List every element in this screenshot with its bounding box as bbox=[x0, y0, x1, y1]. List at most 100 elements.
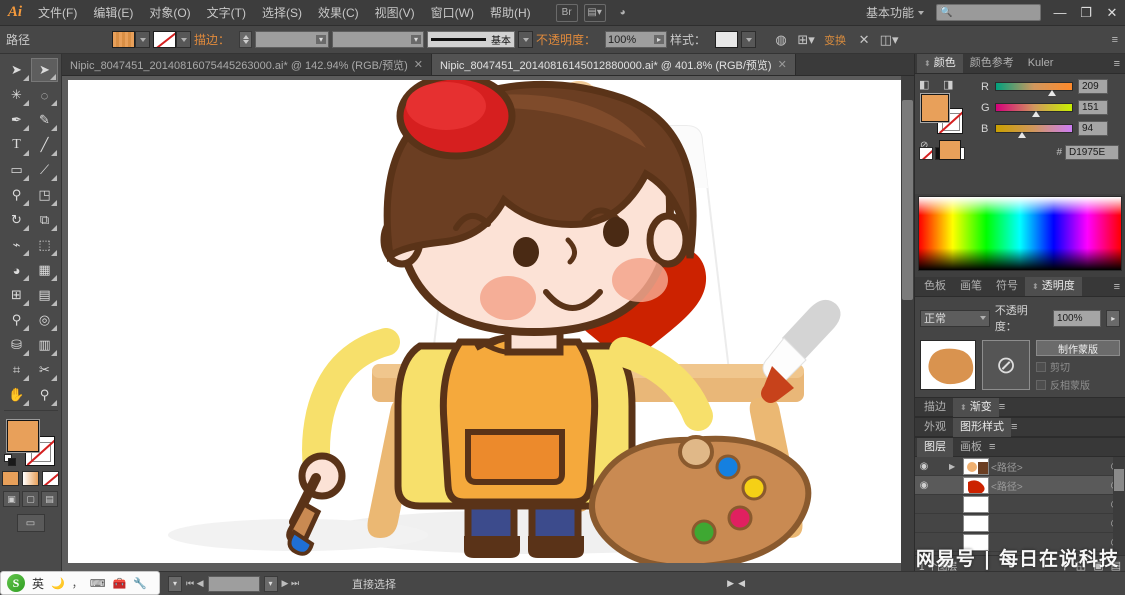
tab-transparency[interactable]: ⬍ 透明度 bbox=[1025, 277, 1082, 296]
moon-icon[interactable]: 🌙 bbox=[51, 577, 65, 590]
close-icon[interactable]: ✕ bbox=[778, 58, 787, 71]
stroke-gradient-menu-icon[interactable]: ≡ bbox=[999, 401, 1010, 413]
perspective-grid-tool[interactable]: ▦ bbox=[31, 258, 58, 282]
transparency-object-thumbnail[interactable] bbox=[920, 340, 976, 390]
keyboard-icon[interactable]: ⌨ bbox=[90, 577, 106, 590]
current-color-swatch[interactable] bbox=[939, 140, 961, 160]
menu-object[interactable]: 对象(O) bbox=[141, 0, 198, 26]
menu-help[interactable]: 帮助(H) bbox=[482, 0, 539, 26]
close-icon[interactable]: ✕ bbox=[414, 58, 423, 71]
tab-swatches[interactable]: 色板 bbox=[917, 277, 953, 296]
paintbrush-tool[interactable]: ⟋ bbox=[31, 158, 58, 182]
close-button[interactable]: ✕ bbox=[1099, 3, 1125, 23]
canvas-vertical-scroll-thumb[interactable] bbox=[902, 100, 913, 300]
table-row[interactable]: ◎ bbox=[915, 495, 1125, 514]
toolbar-fill-swatch[interactable] bbox=[5, 419, 40, 453]
tab-appearance[interactable]: 外观 bbox=[917, 418, 953, 437]
blend-mode-dropdown[interactable]: 正常 bbox=[920, 309, 990, 327]
table-row[interactable]: ◎ bbox=[915, 514, 1125, 533]
bridge-icon[interactable]: Br bbox=[555, 3, 578, 22]
tab-gradient[interactable]: ⬍ 渐变 bbox=[953, 397, 999, 417]
artboard-dropdown-icon[interactable]: ▾ bbox=[263, 575, 278, 592]
style-swatch[interactable] bbox=[715, 31, 739, 48]
transform-label[interactable]: 变换 bbox=[820, 30, 850, 50]
color-fill-swatch[interactable] bbox=[920, 93, 950, 123]
slider-value-r[interactable]: 209 bbox=[1078, 79, 1108, 94]
hex-input[interactable]: D1975E bbox=[1065, 145, 1119, 160]
tab-layers[interactable]: 图层 bbox=[917, 437, 953, 457]
width-tool[interactable]: ⌁ bbox=[3, 233, 30, 257]
none-button[interactable] bbox=[42, 471, 59, 486]
slider-track-g[interactable] bbox=[995, 103, 1073, 117]
direct-selection-tool[interactable]: ➤ bbox=[31, 58, 58, 82]
visibility-icon[interactable]: ◉ bbox=[915, 461, 933, 472]
transparency-opacity-input[interactable]: 100% bbox=[1052, 309, 1102, 327]
default-fill-stroke-icon[interactable] bbox=[3, 454, 17, 467]
menu-type[interactable]: 文字(T) bbox=[199, 0, 254, 26]
eraser-tool[interactable]: ◳ bbox=[31, 183, 58, 207]
artboard-nav-last[interactable]: ▶ ⏭ bbox=[282, 578, 300, 589]
status-prev-icon[interactable]: ◀ bbox=[738, 578, 745, 589]
symbol-sprayer-tool[interactable]: ⛁ bbox=[3, 333, 30, 357]
menu-view[interactable]: 视图(V) bbox=[367, 0, 423, 26]
selection-tool[interactable]: ➤ bbox=[3, 58, 30, 82]
change-screen-mode-icon[interactable]: ▭ bbox=[16, 514, 45, 532]
invert-mask-checkbox[interactable] bbox=[1036, 379, 1046, 390]
toolbox-icon[interactable]: 🧰 bbox=[113, 577, 127, 590]
visibility-icon[interactable]: ◉ bbox=[915, 480, 933, 491]
slider-value-b[interactable]: 94 bbox=[1078, 121, 1108, 136]
invert-mask-checkbox-row[interactable]: 反相蒙版 bbox=[1036, 377, 1120, 392]
slider-value-g[interactable]: 151 bbox=[1078, 100, 1108, 115]
rotate-tool[interactable]: ↻ bbox=[3, 208, 30, 232]
minimize-button[interactable]: — bbox=[1047, 3, 1073, 23]
artwork-cartoon-boy-painting[interactable] bbox=[68, 80, 902, 563]
tab-color-guide[interactable]: 颜色参考 bbox=[963, 54, 1021, 73]
artboard-tool[interactable]: ⌗ bbox=[3, 358, 30, 382]
chevron-right-icon[interactable]: ▶ bbox=[949, 462, 961, 471]
slider-track-b[interactable] bbox=[995, 124, 1073, 138]
fill-swatch[interactable] bbox=[112, 31, 136, 48]
tab-color[interactable]: ⬍ 颜色 bbox=[917, 54, 963, 73]
workspace-switcher[interactable]: 基本功能 bbox=[860, 4, 930, 21]
line-segment-tool[interactable]: ╱ bbox=[31, 133, 58, 157]
scale-tool[interactable]: ⧉ bbox=[31, 208, 58, 232]
gradient-tool[interactable]: ▤ bbox=[31, 283, 58, 307]
slice-tool[interactable]: ✂ bbox=[31, 358, 58, 382]
opacity-field[interactable]: 100% ▸ bbox=[605, 31, 668, 48]
transparency-mask-thumbnail[interactable]: ⊘ bbox=[982, 340, 1030, 390]
draw-normal-icon[interactable]: ▣ bbox=[3, 491, 20, 507]
shape-mode-icon[interactable]: ◫▾ bbox=[878, 30, 900, 50]
artboard-nav-first[interactable]: ⏮ ◀ bbox=[186, 578, 204, 589]
color-spectrum-bar[interactable] bbox=[918, 196, 1122, 271]
arrange-documents-icon[interactable]: ▤▾ bbox=[583, 3, 606, 22]
stroke-swatch-group[interactable] bbox=[153, 31, 192, 48]
canvas-vertical-scrollbar[interactable] bbox=[901, 76, 914, 571]
menu-edit[interactable]: 编辑(E) bbox=[85, 0, 141, 26]
clip-checkbox-row[interactable]: 剪切 bbox=[1036, 359, 1120, 374]
tab-stroke[interactable]: 描边 bbox=[917, 398, 953, 417]
menu-effect[interactable]: 效果(C) bbox=[310, 0, 367, 26]
layers-panel-menu-icon[interactable]: ≡ bbox=[989, 441, 1000, 453]
tab-kuler[interactable]: Kuler bbox=[1021, 54, 1061, 73]
lasso-tool[interactable]: ◌ bbox=[31, 83, 58, 107]
free-transform-tool[interactable]: ⬚ bbox=[31, 233, 58, 257]
draw-inside-icon[interactable]: ▤ bbox=[41, 491, 58, 507]
mesh-tool[interactable]: ⊞ bbox=[3, 283, 30, 307]
pen-tool[interactable]: ✒ bbox=[3, 108, 30, 132]
column-graph-tool[interactable]: ▥ bbox=[31, 333, 58, 357]
restore-button[interactable]: ❐ bbox=[1073, 3, 1099, 23]
rectangle-tool[interactable]: ▭ bbox=[3, 158, 30, 182]
status-nav-arrows[interactable]: ▶ ◀ bbox=[727, 578, 745, 589]
fill-swatch-group[interactable] bbox=[112, 31, 151, 48]
slider-thumb-g[interactable] bbox=[1032, 111, 1040, 117]
stroke-weight-field[interactable]: ▾ bbox=[255, 31, 330, 48]
hand-tool[interactable]: ✋ bbox=[3, 383, 30, 407]
add-anchor-point-tool[interactable]: ✎ bbox=[31, 108, 58, 132]
zoom-preset-icon[interactable]: ▾ bbox=[168, 575, 182, 592]
layer-name[interactable]: <路径> bbox=[991, 459, 1105, 474]
status-next-icon[interactable]: ▶ bbox=[727, 578, 734, 589]
appearance-menu-icon[interactable]: ≡ bbox=[1011, 421, 1022, 433]
slider-thumb-r[interactable] bbox=[1048, 90, 1056, 96]
table-row[interactable]: ◉ ▶ <路径> ◎ bbox=[915, 457, 1125, 476]
layers-scroll-thumb[interactable] bbox=[1114, 469, 1124, 491]
